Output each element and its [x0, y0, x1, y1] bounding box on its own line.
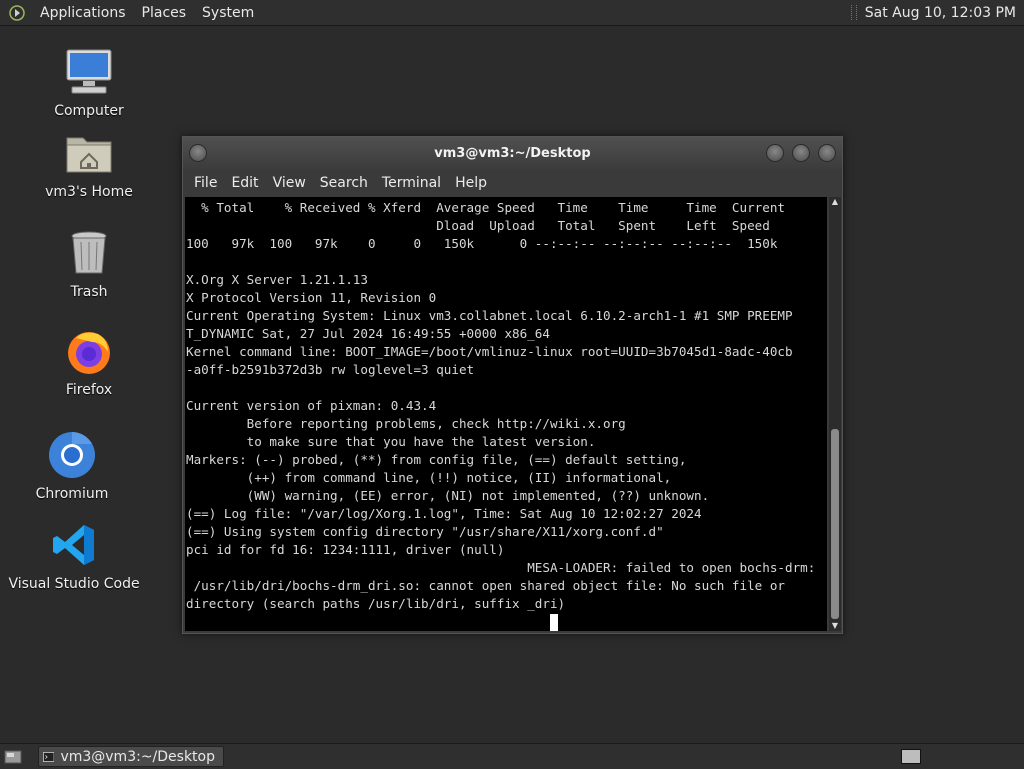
close-button[interactable] — [818, 144, 836, 162]
terminal-line: X.Org X Server 1.21.1.13 — [186, 272, 368, 287]
terminal-line: (==) Log file: "/var/log/Xorg.1.log", Ti… — [186, 506, 702, 521]
minimize-button[interactable] — [766, 144, 784, 162]
window-titlebar[interactable]: vm3@vm3:~/Desktop — [183, 137, 842, 169]
computer-icon — [62, 45, 116, 99]
bottom-panel: vm3@vm3:~/Desktop — [0, 743, 1024, 769]
text-cursor — [549, 614, 558, 631]
terminal-line: (==) Using system config directory "/usr… — [186, 524, 664, 539]
scroll-up-arrow-icon[interactable]: ▲ — [829, 197, 841, 207]
scroll-down-arrow-icon[interactable]: ▼ — [829, 621, 841, 631]
desktop-icon-firefox[interactable]: Firefox — [24, 324, 154, 398]
terminal-line: Current version of pixman: 0.43.4 — [186, 398, 437, 413]
terminal-line: Current Operating System: Linux vm3.coll… — [186, 308, 793, 323]
terminal-line: 100 97k 100 97k 0 0 150k 0 --:--:-- --:-… — [186, 236, 778, 251]
terminal-line: pci id for fd 16: 1234:1111, driver (nul… — [186, 542, 505, 557]
trash-icon — [62, 226, 116, 280]
menu-file[interactable]: File — [187, 175, 224, 191]
chromium-icon — [45, 428, 99, 482]
window-menu-icon[interactable] — [189, 144, 207, 162]
terminal-line: % Total % Received % Xferd Average Speed… — [186, 200, 785, 215]
home-folder-icon — [62, 126, 116, 180]
terminal-line: Markers: (--) probed, (**) from config f… — [186, 452, 687, 467]
terminal-line: -a0ff-b2591b372d3b rw loglevel=3 quiet — [186, 362, 475, 377]
desktop-icon-label: Chromium — [35, 486, 109, 502]
terminal-icon — [43, 751, 55, 762]
workspace-switcher[interactable] — [901, 749, 921, 764]
menu-edit[interactable]: Edit — [224, 175, 265, 191]
desktop-icon-label: vm3's Home — [45, 184, 133, 200]
firefox-icon — [62, 324, 116, 378]
desktop-icon-vscode[interactable]: Visual Studio Code — [8, 518, 140, 592]
terminal-line: (++) from command line, (!!) notice, (II… — [186, 470, 672, 485]
desktop-icon-chromium[interactable]: Chromium — [7, 428, 137, 502]
cursor-indent — [186, 614, 550, 629]
terminal-line: directory (search paths /usr/lib/dri, su… — [186, 596, 566, 611]
desktop-icon-home[interactable]: vm3's Home — [24, 126, 154, 200]
terminal-line: T_DYNAMIC Sat, 27 Jul 2024 16:49:55 +000… — [186, 326, 550, 341]
places-menu[interactable]: Places — [134, 5, 195, 21]
terminal-line: Dload Upload Total Spent Left Speed — [186, 218, 770, 233]
terminal-window[interactable]: vm3@vm3:~/Desktop File Edit View Search … — [182, 136, 843, 634]
scrollbar-thumb[interactable] — [831, 429, 839, 619]
vscode-icon — [47, 518, 101, 572]
menu-help[interactable]: Help — [448, 175, 494, 191]
terminal-line: X Protocol Version 11, Revision 0 — [186, 290, 437, 305]
terminal-line: Kernel command line: BOOT_IMAGE=/boot/vm… — [186, 344, 793, 359]
terminal-menubar: File Edit View Search Terminal Help — [183, 169, 842, 197]
show-desktop-icon[interactable] — [2, 747, 24, 767]
menu-search[interactable]: Search — [313, 175, 375, 191]
top-panel: Applications Places System Sat Aug 10, 1… — [0, 0, 1024, 26]
desktop-icon-label: Firefox — [65, 382, 113, 398]
desktop-icon-computer[interactable]: Computer — [24, 45, 154, 119]
terminal-line: (WW) warning, (EE) error, (NI) not imple… — [186, 488, 710, 503]
terminal-output[interactable]: % Total % Received % Xferd Average Speed… — [185, 197, 827, 631]
system-menu[interactable]: System — [194, 5, 262, 21]
maximize-button[interactable] — [792, 144, 810, 162]
taskbar-window-label: vm3@vm3:~/Desktop — [60, 748, 215, 765]
applications-menu[interactable]: Applications — [32, 5, 134, 21]
taskbar-window-button[interactable]: vm3@vm3:~/Desktop — [38, 746, 224, 767]
menu-view[interactable]: View — [266, 175, 313, 191]
desktop-icon-label: Trash — [70, 284, 108, 300]
terminal-line: to make sure that you have the latest ve… — [186, 434, 596, 449]
terminal-text: % Total % Received % Xferd Average Speed… — [185, 197, 827, 631]
panel-separator — [850, 5, 857, 20]
gnome-foot-icon[interactable] — [8, 4, 26, 22]
terminal-line: Before reporting problems, check http://… — [186, 416, 626, 431]
terminal-line: /usr/lib/dri/bochs-drm_dri.so: cannot op… — [186, 578, 785, 593]
menu-terminal[interactable]: Terminal — [375, 175, 448, 191]
desktop-icon-label: Visual Studio Code — [8, 576, 140, 592]
terminal-line: MESA-LOADER: failed to open bochs-drm: — [186, 560, 816, 575]
terminal-scrollbar[interactable]: ▲ ▼ — [829, 197, 841, 631]
desktop-icon-trash[interactable]: Trash — [24, 226, 154, 300]
desktop-icon-label: Computer — [54, 103, 124, 119]
window-title: vm3@vm3:~/Desktop — [434, 145, 591, 161]
clock[interactable]: Sat Aug 10, 12:03 PM — [865, 5, 1024, 21]
